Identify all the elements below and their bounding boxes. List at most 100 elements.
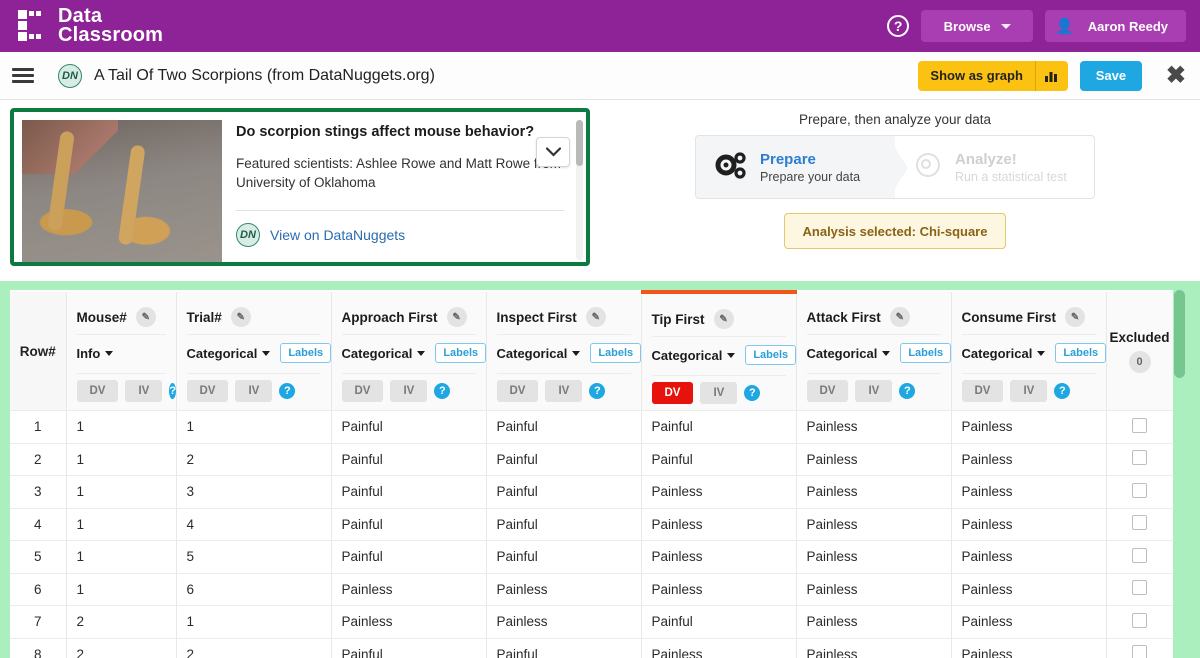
step-analyze[interactable]: Analyze! Run a statistical test [895, 136, 1094, 198]
table-row[interactable]: 616PainlessPainlessPainlessPainlessPainl… [10, 573, 1173, 606]
table-row[interactable]: 212PainfulPainfulPainfulPainlessPainless [10, 443, 1173, 476]
close-x-icon[interactable]: ✖ [1166, 64, 1186, 88]
table-cell[interactable]: Painful [641, 443, 796, 476]
table-cell[interactable]: 1 [176, 411, 331, 444]
pencil-edit-icon[interactable]: ✎ [136, 307, 156, 327]
table-cell[interactable]: Painless [641, 541, 796, 574]
table-cell[interactable]: Painful [486, 443, 641, 476]
table-cell[interactable]: Painless [486, 573, 641, 606]
table-cell[interactable]: 2 [66, 606, 176, 639]
table-row[interactable]: 111PainfulPainfulPainfulPainlessPainless [10, 411, 1173, 444]
table-cell[interactable]: Painful [486, 508, 641, 541]
column-header-trial[interactable]: Trial# ✎ Categorical Labels [176, 292, 331, 411]
table-cell[interactable]: Painless [641, 638, 796, 658]
exclude-checkbox[interactable] [1132, 515, 1147, 530]
exclude-cell[interactable] [1106, 638, 1173, 658]
exclude-cell[interactable] [1106, 476, 1173, 509]
pencil-edit-icon[interactable]: ✎ [586, 307, 606, 327]
dv-button[interactable]: DV [652, 382, 694, 404]
table-cell[interactable]: Painless [486, 606, 641, 639]
table-cell[interactable]: Painless [796, 508, 951, 541]
dv-button[interactable]: DV [807, 380, 849, 402]
exclude-cell[interactable] [1106, 411, 1173, 444]
table-cell[interactable]: Painful [486, 541, 641, 574]
hamburger-menu-icon[interactable] [10, 61, 36, 90]
table-cell[interactable]: Painful [641, 606, 796, 639]
save-button[interactable]: Save [1080, 61, 1142, 91]
iv-button[interactable]: IV [545, 380, 582, 402]
table-cell[interactable]: 1 [66, 443, 176, 476]
table-row[interactable]: 515PainfulPainfulPainlessPainlessPainles… [10, 541, 1173, 574]
dv-button[interactable]: DV [342, 380, 384, 402]
exclude-checkbox[interactable] [1132, 645, 1147, 658]
exclude-cell[interactable] [1106, 541, 1173, 574]
collapse-card-button[interactable] [536, 137, 570, 167]
table-cell[interactable]: Painless [796, 541, 951, 574]
column-type-dropdown[interactable]: Categorical [187, 346, 271, 361]
dv-button[interactable]: DV [187, 380, 229, 402]
exclude-cell[interactable] [1106, 573, 1173, 606]
table-cell[interactable]: 1 [66, 573, 176, 606]
table-cell[interactable]: Painless [641, 573, 796, 606]
table-cell[interactable]: Painful [641, 411, 796, 444]
labels-button[interactable]: Labels [1055, 343, 1106, 363]
view-on-datanuggets-link[interactable]: View on DataNuggets [270, 227, 405, 243]
table-cell[interactable]: Painless [796, 638, 951, 658]
table-cell[interactable]: Painless [331, 573, 486, 606]
exclude-checkbox[interactable] [1132, 418, 1147, 433]
nugget-link-row[interactable]: DN View on DataNuggets [236, 223, 564, 247]
table-cell[interactable]: 6 [176, 573, 331, 606]
table-cell[interactable]: Painless [951, 541, 1106, 574]
table-cell[interactable]: Painless [796, 411, 951, 444]
table-cell[interactable]: Painless [796, 606, 951, 639]
table-cell[interactable]: 2 [66, 638, 176, 658]
column-header-tip-first[interactable]: Tip First ✎ Categorical Labels [641, 292, 796, 411]
exclude-checkbox[interactable] [1132, 483, 1147, 498]
table-cell[interactable]: 2 [176, 443, 331, 476]
column-type-dropdown[interactable]: Categorical [652, 348, 736, 363]
help-icon[interactable]: ? [434, 383, 450, 399]
table-cell[interactable]: Painless [796, 573, 951, 606]
pencil-edit-icon[interactable]: ✎ [890, 307, 910, 327]
pencil-edit-icon[interactable]: ✎ [447, 307, 467, 327]
column-header-consume-first[interactable]: Consume First ✎ Categorical Labels [951, 292, 1106, 411]
user-menu-button[interactable]: 👤 Aaron Reedy [1045, 10, 1186, 42]
brand-logo[interactable]: Data Classroom [16, 7, 163, 45]
vertical-scrollbar[interactable] [576, 120, 583, 260]
table-cell[interactable]: 1 [66, 411, 176, 444]
table-cell[interactable]: 5 [176, 541, 331, 574]
table-cell[interactable]: Painless [796, 443, 951, 476]
column-header-approach-first[interactable]: Approach First ✎ Categorical Labels [331, 292, 486, 411]
iv-button[interactable]: IV [390, 380, 427, 402]
exclude-cell[interactable] [1106, 443, 1173, 476]
labels-button[interactable]: Labels [900, 343, 951, 363]
exclude-cell[interactable] [1106, 606, 1173, 639]
table-cell[interactable]: Painful [331, 443, 486, 476]
iv-button[interactable]: IV [125, 380, 162, 402]
iv-button[interactable]: IV [855, 380, 892, 402]
table-cell[interactable]: Painless [951, 411, 1106, 444]
column-header-inspect-first[interactable]: Inspect First ✎ Categorical Labels [486, 292, 641, 411]
table-cell[interactable]: Painful [331, 508, 486, 541]
dv-button[interactable]: DV [497, 380, 539, 402]
vertical-scrollbar[interactable] [1174, 290, 1185, 658]
table-cell[interactable]: Painless [796, 476, 951, 509]
table-row[interactable]: 414PainfulPainfulPainlessPainlessPainles… [10, 508, 1173, 541]
exclude-checkbox[interactable] [1132, 548, 1147, 563]
question-mark-icon[interactable]: ? [887, 15, 909, 37]
labels-button[interactable]: Labels [745, 345, 796, 365]
column-header-mouse[interactable]: Mouse# ✎ Info [66, 292, 176, 411]
analysis-selected-chip[interactable]: Analysis selected: Chi-square [784, 213, 1007, 249]
data-table-scroll[interactable]: Row# Mouse# ✎ Info [10, 290, 1173, 658]
iv-button[interactable]: IV [1010, 380, 1047, 402]
dv-button[interactable]: DV [77, 380, 119, 402]
column-header-attack-first[interactable]: Attack First ✎ Categorical Labels [796, 292, 951, 411]
iv-button[interactable]: IV [700, 382, 737, 404]
exclude-checkbox[interactable] [1132, 613, 1147, 628]
help-icon[interactable]: ? [279, 383, 295, 399]
table-cell[interactable]: 3 [176, 476, 331, 509]
step-prepare[interactable]: Prepare Prepare your data [696, 136, 895, 198]
table-row[interactable]: 313PainfulPainfulPainlessPainlessPainles… [10, 476, 1173, 509]
table-cell[interactable]: Painless [641, 508, 796, 541]
pencil-edit-icon[interactable]: ✎ [1065, 307, 1085, 327]
